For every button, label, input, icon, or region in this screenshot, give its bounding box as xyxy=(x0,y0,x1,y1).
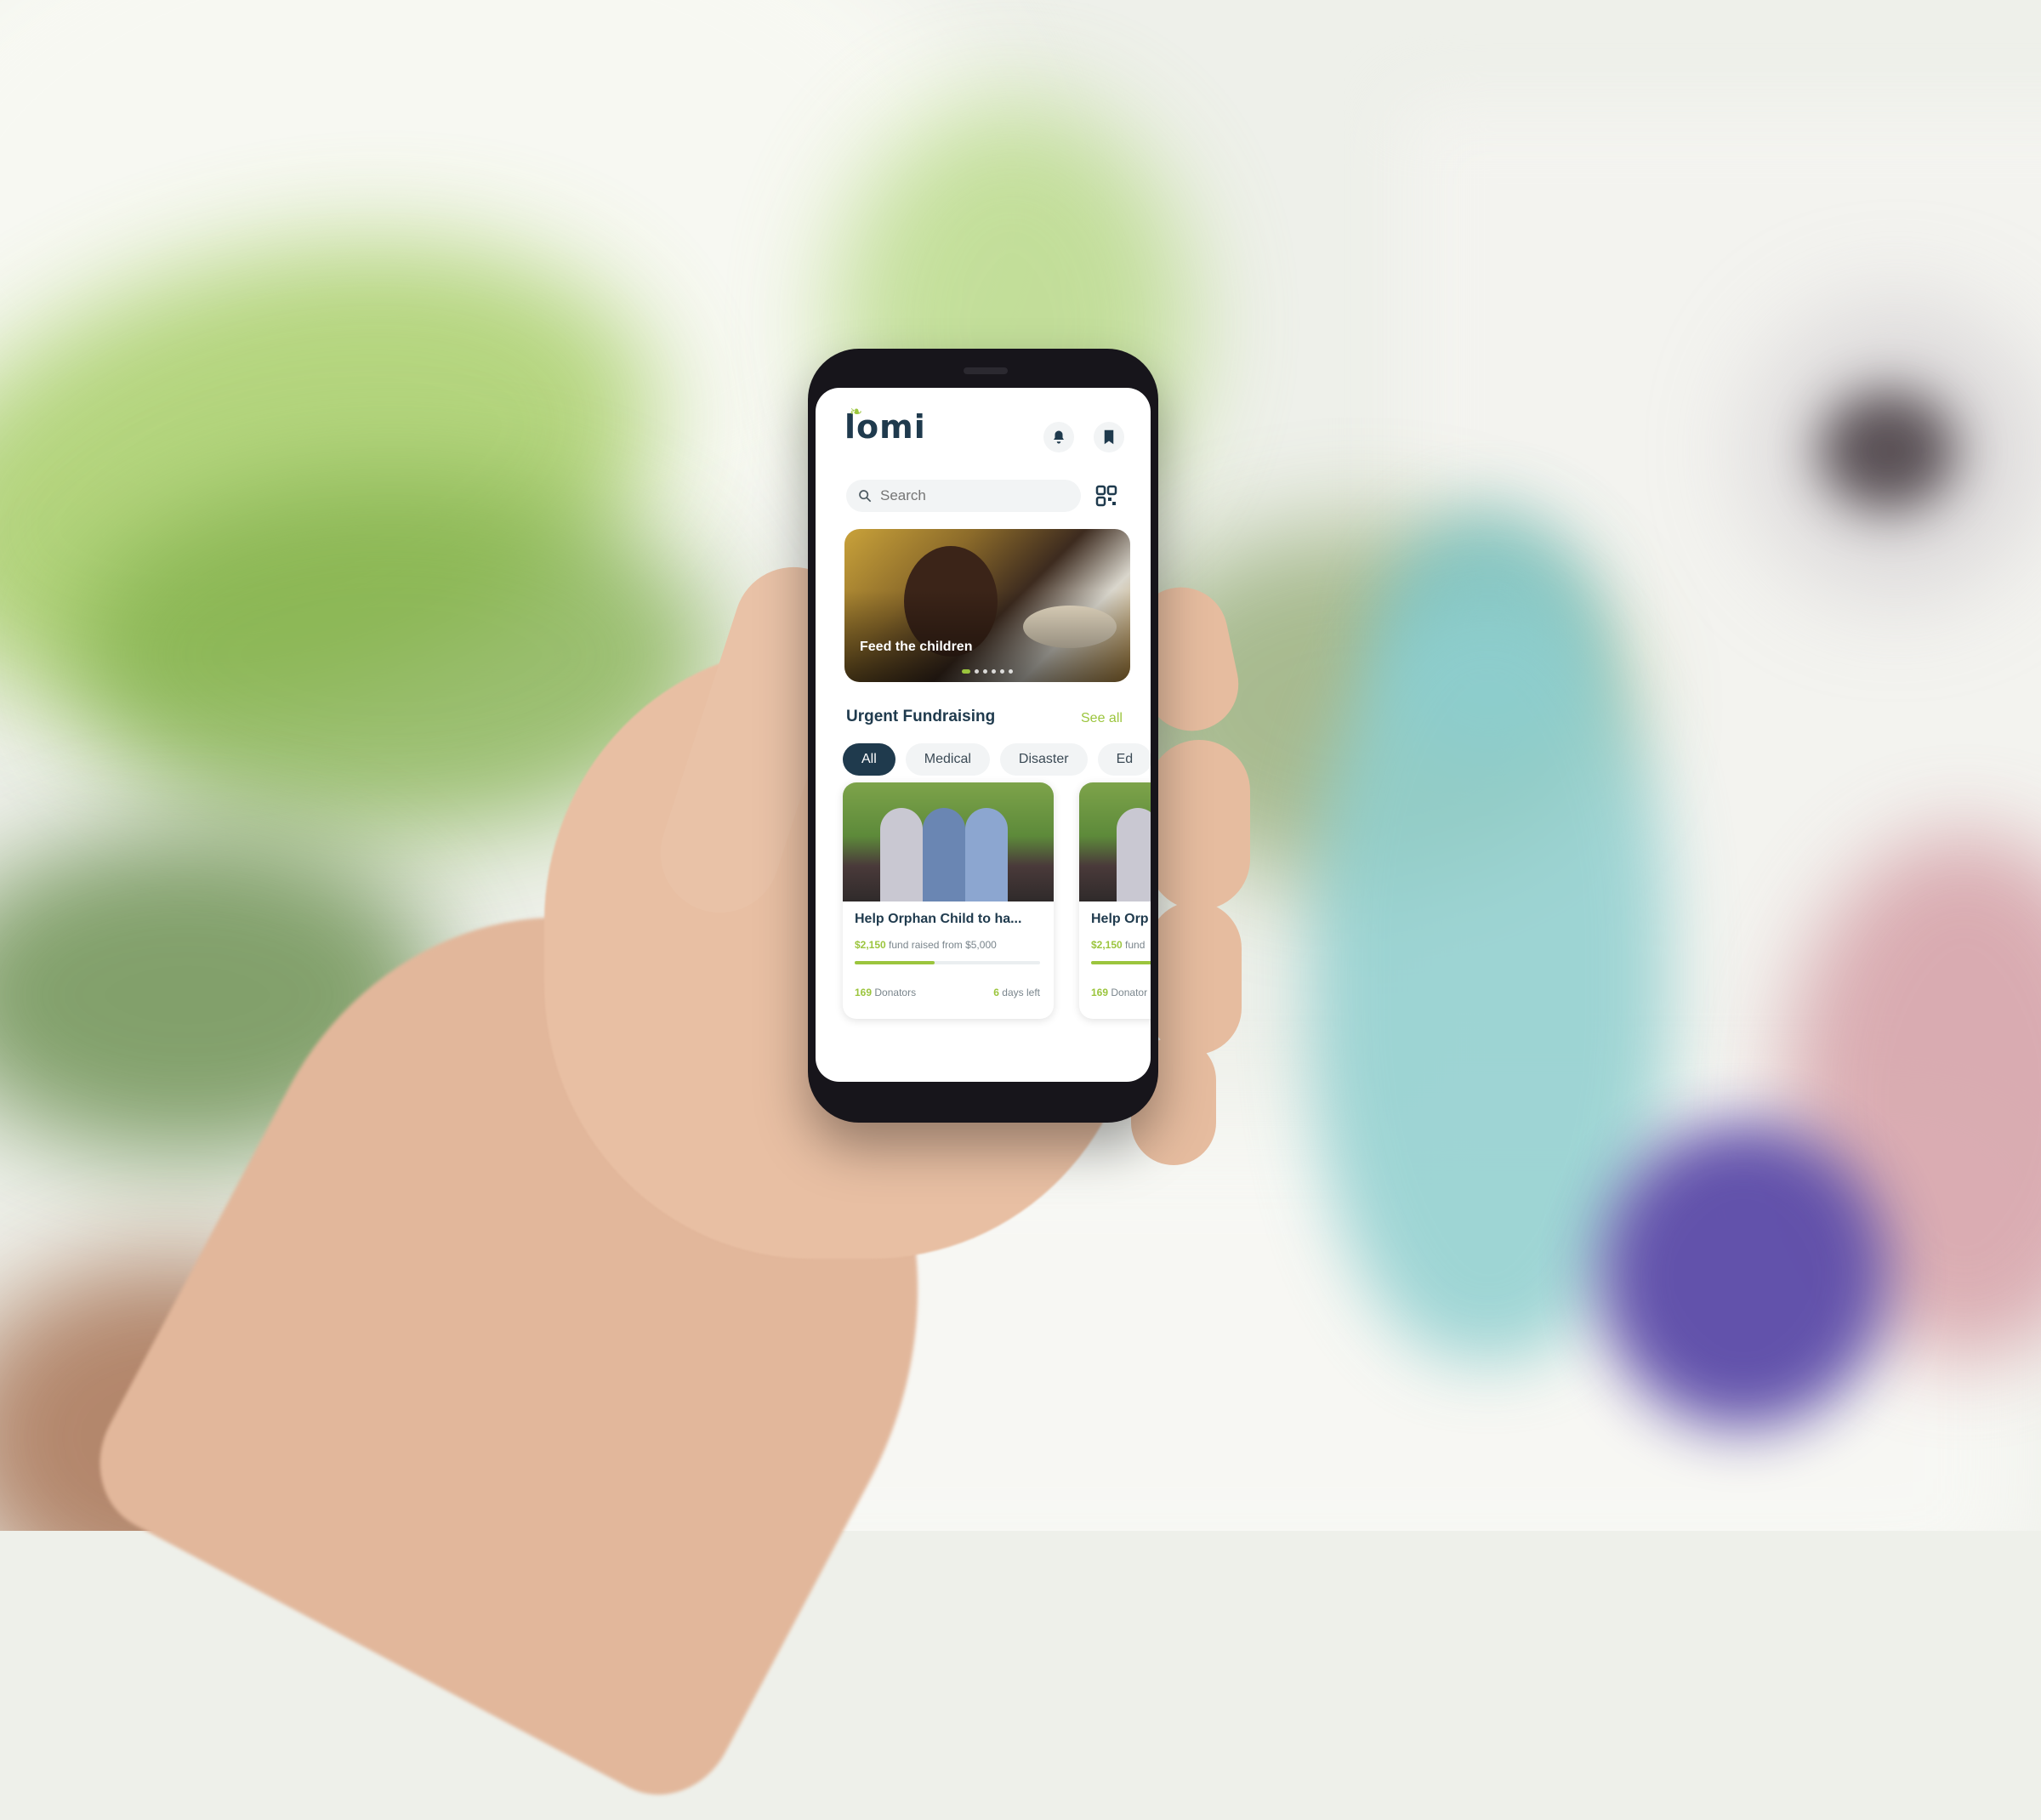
bookmarks-button[interactable] xyxy=(1094,422,1124,452)
category-filter: All Medical Disaster Ed xyxy=(843,743,1151,776)
fundraiser-meta: 169 Donators 6 days left xyxy=(855,987,1040,998)
bookmark-icon xyxy=(1104,429,1114,445)
category-chip-medical[interactable]: Medical xyxy=(905,743,990,776)
carousel-dot[interactable] xyxy=(1000,669,1004,674)
section-title: Urgent Fundraising xyxy=(846,708,996,725)
fundraiser-meta: 169 Donator xyxy=(1091,987,1151,998)
carousel-dot[interactable] xyxy=(1009,669,1013,674)
bell-icon xyxy=(1054,430,1064,444)
fundraiser-card[interactable]: Help Orphan Child to ha... $2,150 fund r… xyxy=(843,782,1054,1019)
raised-text: fund raised from $5,000 xyxy=(889,939,997,951)
phone-speaker xyxy=(964,367,1008,374)
search-bar[interactable] xyxy=(846,480,1081,512)
see-all-link[interactable]: See all xyxy=(1081,711,1123,726)
fundraiser-raised: $2,150 fund raised from $5,000 xyxy=(855,939,997,951)
category-chip-all[interactable]: All xyxy=(843,743,895,776)
donators-count: 169 Donator xyxy=(1091,987,1148,998)
donators-count: 169 Donators xyxy=(855,987,917,998)
fundraiser-progress xyxy=(855,961,1040,964)
progress-fill xyxy=(855,961,935,964)
carousel-dots xyxy=(962,669,1013,674)
banner-caption: Feed the children xyxy=(860,640,973,654)
notifications-button[interactable] xyxy=(1043,422,1074,452)
fundraiser-title: Help Orp xyxy=(1091,912,1149,926)
phone: ❧ lomi Search Feed the children Urgent F… xyxy=(808,349,1158,1123)
raised-amount: $2,150 xyxy=(1091,939,1123,951)
category-chip-education[interactable]: Ed xyxy=(1097,743,1151,776)
raised-amount: $2,150 xyxy=(855,939,886,951)
carousel-dot[interactable] xyxy=(983,669,987,674)
fundraiser-photo xyxy=(843,782,1054,901)
progress-fill xyxy=(1091,961,1151,964)
raised-text: fund xyxy=(1125,939,1146,951)
search-input[interactable] xyxy=(878,486,1069,505)
carousel-dot[interactable] xyxy=(992,669,996,674)
leaf-icon: ❧ xyxy=(850,403,864,421)
carousel-dot[interactable] xyxy=(975,669,979,674)
fundraiser-title: Help Orphan Child to ha... xyxy=(855,912,1022,926)
category-chip-disaster[interactable]: Disaster xyxy=(999,743,1088,776)
app-logo: ❧ lomi xyxy=(844,403,926,446)
fundraiser-photo xyxy=(1079,782,1151,901)
featured-banner[interactable]: Feed the children xyxy=(844,529,1130,682)
qr-scan-icon[interactable] xyxy=(1095,485,1117,507)
fundraiser-card[interactable]: Help Orp $2,150 fund 169 Donator xyxy=(1079,782,1151,1019)
carousel-dot[interactable] xyxy=(962,669,970,674)
search-icon xyxy=(859,490,872,503)
fundraiser-raised: $2,150 fund xyxy=(1091,939,1145,951)
fundraiser-progress xyxy=(1091,961,1151,964)
days-left: 6 days left xyxy=(993,987,1040,998)
phone-screen: ❧ lomi Search Feed the children Urgent F… xyxy=(816,388,1151,1082)
